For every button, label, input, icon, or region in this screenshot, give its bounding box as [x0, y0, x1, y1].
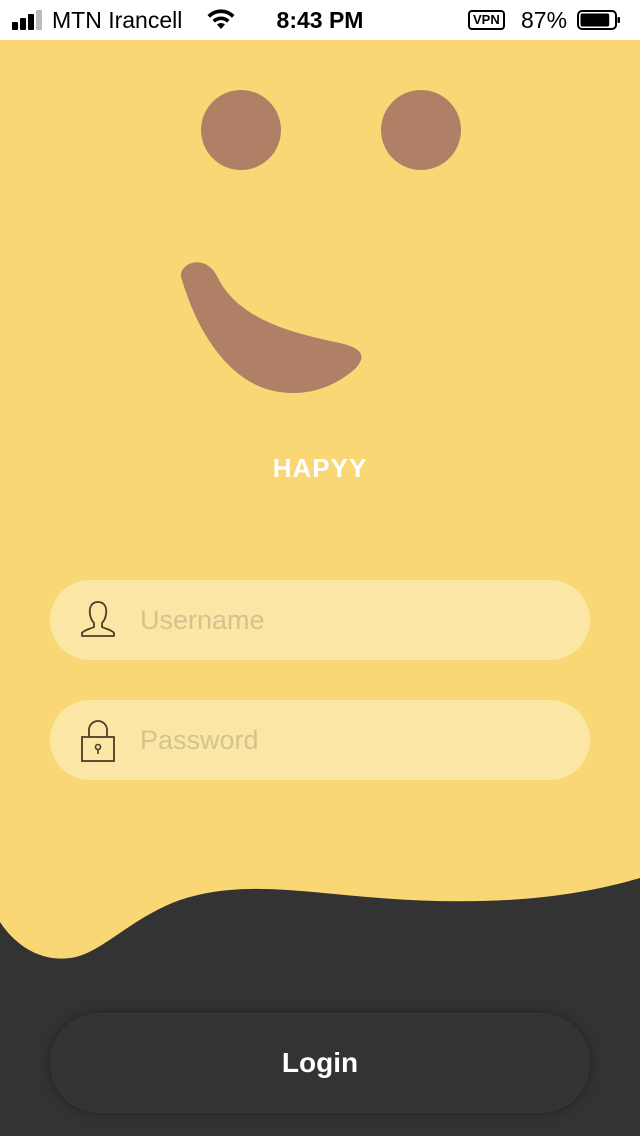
right-eye — [381, 90, 461, 170]
password-input[interactable] — [140, 700, 560, 780]
left-eye — [201, 90, 281, 170]
vpn-badge: VPN — [468, 10, 505, 30]
battery-icon — [577, 10, 620, 30]
login-button[interactable]: Login — [50, 1013, 590, 1113]
lock-icon — [81, 720, 115, 762]
app-title: HAPYY — [272, 453, 368, 483]
status-bar: MTN Irancell 8:43 PM VPN 87% — [0, 0, 640, 40]
mouth — [180, 262, 362, 394]
username-input[interactable] — [140, 580, 560, 660]
battery-percentage: 87% — [521, 7, 568, 33]
username-field[interactable] — [50, 580, 590, 660]
login-screen: MTN Irancell 8:43 PM VPN 87% HAPYY Usern… — [0, 0, 640, 1136]
password-field[interactable] — [50, 700, 590, 780]
smiley-face-logo — [180, 90, 461, 394]
user-icon — [81, 601, 115, 637]
